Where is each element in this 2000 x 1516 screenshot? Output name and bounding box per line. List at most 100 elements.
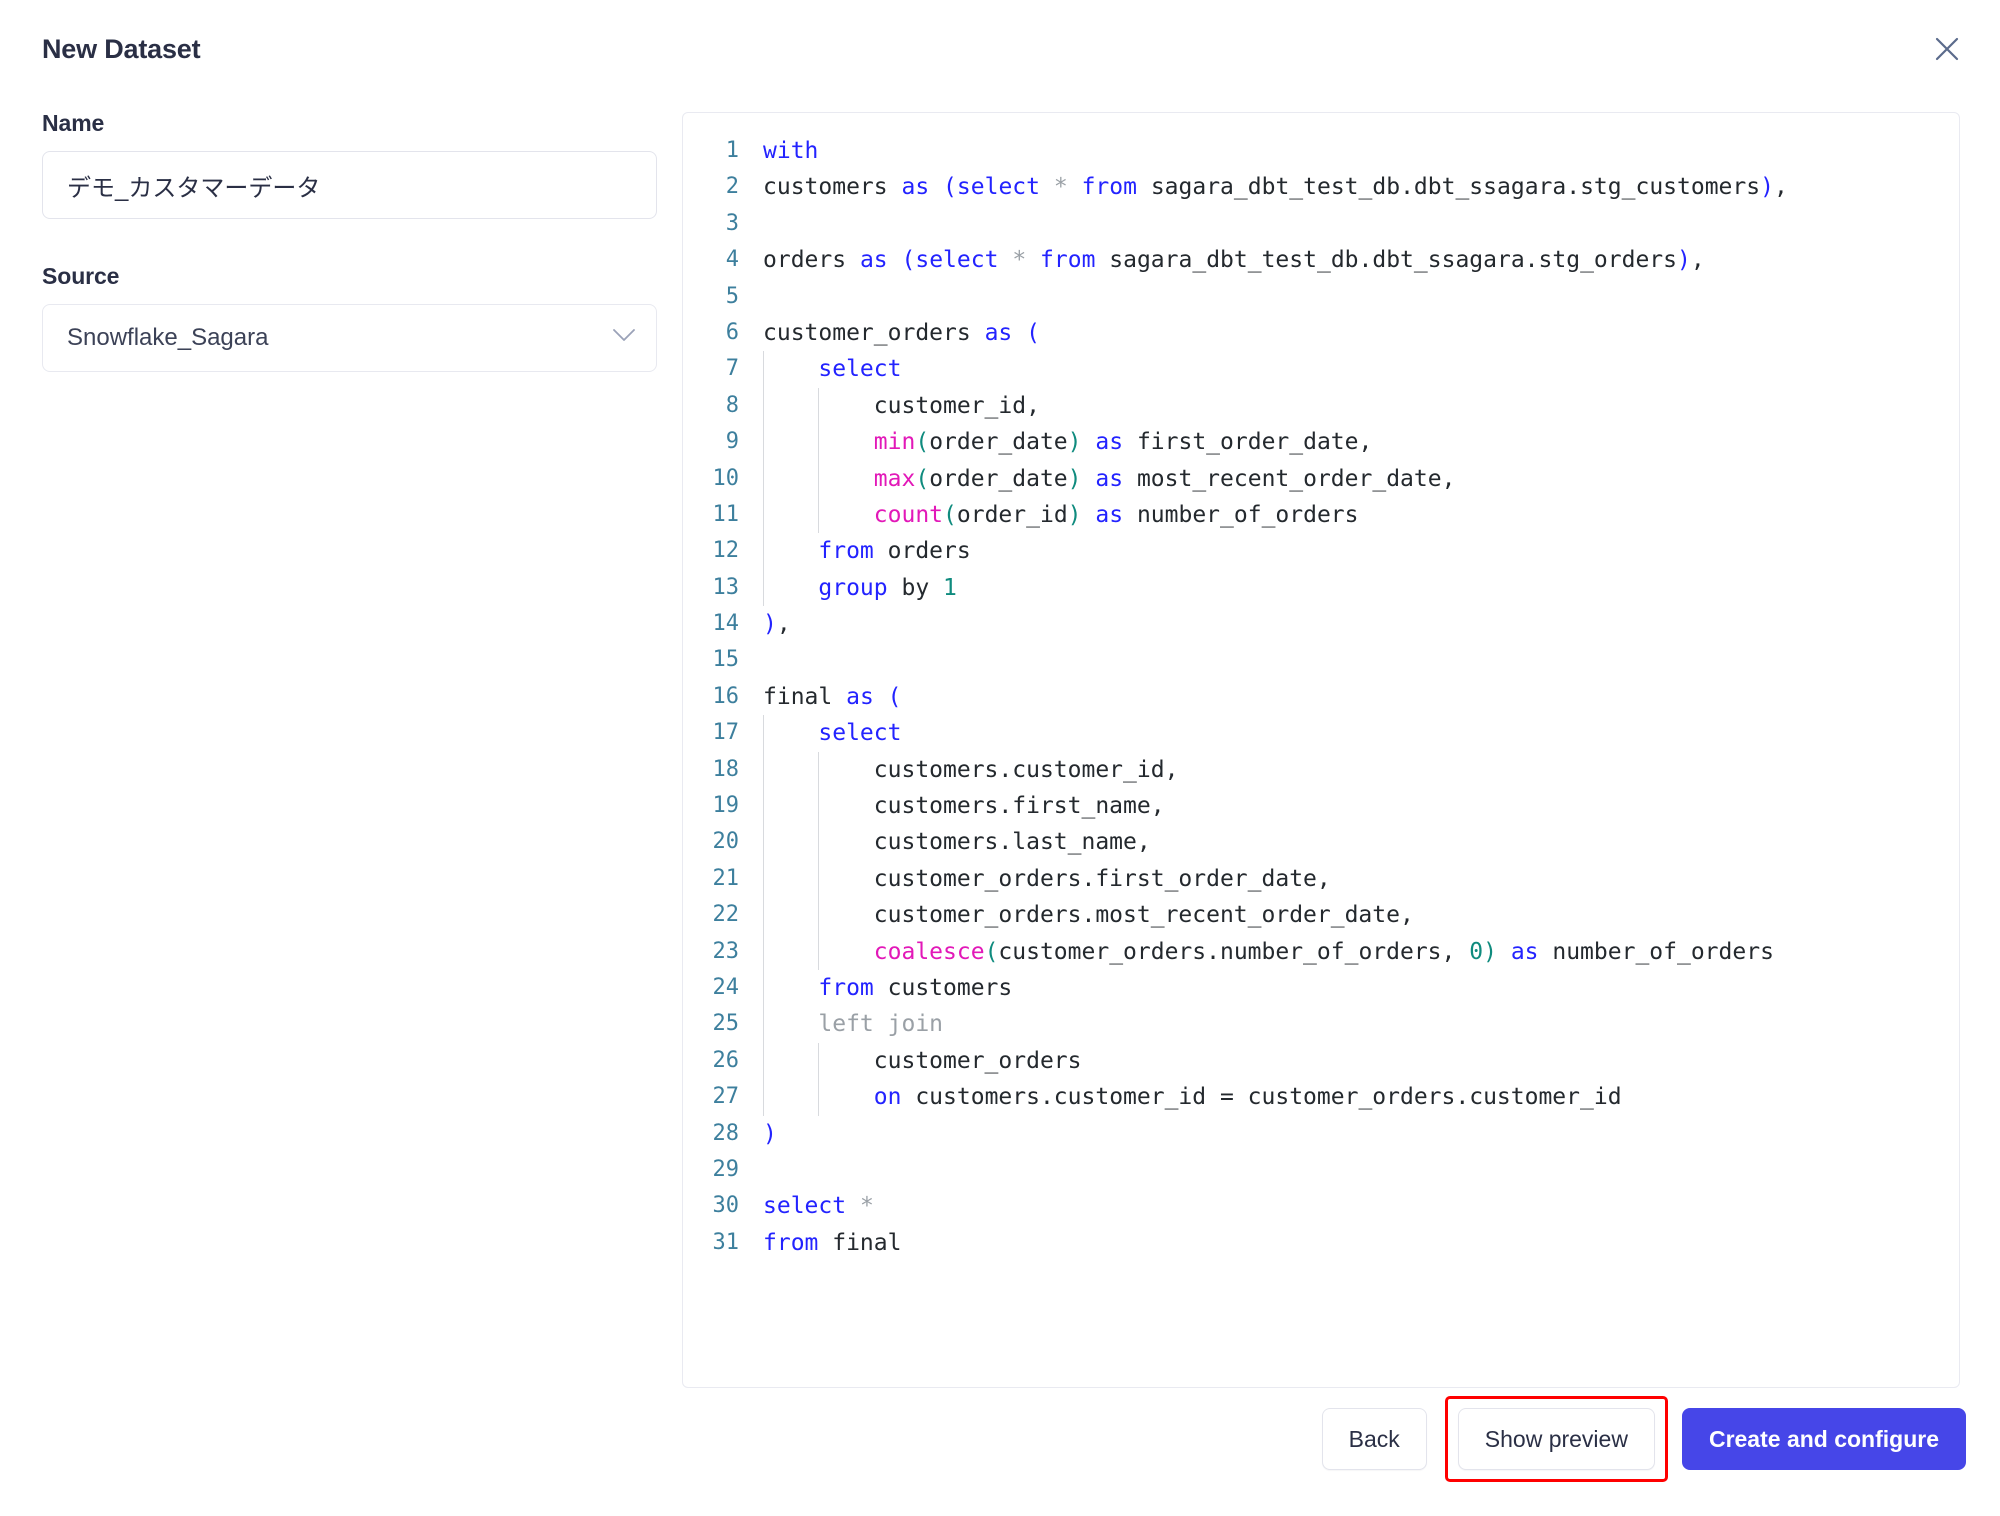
footer-actions: Back Show preview Create and configure: [1321, 1396, 1966, 1482]
line-number: 17: [712, 720, 740, 746]
line-number: 12: [712, 538, 740, 564]
code-line: 25 left join: [683, 1006, 1959, 1043]
line-number: 8: [725, 392, 739, 418]
line-number: 30: [712, 1193, 740, 1219]
code-text: group by 1: [761, 569, 1959, 607]
line-number: 9: [725, 429, 739, 455]
code-line: 11 count(order_id) as number_of_orders: [683, 496, 1959, 534]
code-line: 30 select *: [683, 1188, 1959, 1224]
code-text: customer_id,: [761, 387, 1959, 425]
line-number: 24: [712, 974, 740, 1000]
line-number: 1: [725, 138, 739, 163]
code-line: 20 customers.last_name,: [683, 824, 1959, 861]
code-line: 14),: [683, 606, 1959, 642]
name-field-group: Name: [42, 110, 657, 219]
show-preview-highlight: Show preview: [1444, 1396, 1668, 1482]
line-number: 19: [712, 793, 740, 819]
code-text: orders as (select * from sagara_dbt_test…: [763, 247, 1705, 274]
create-and-configure-button[interactable]: Create and configure: [1681, 1408, 1966, 1470]
code-line: 5: [683, 279, 1959, 315]
code-text: from final: [763, 1229, 902, 1256]
line-number: 15: [712, 647, 740, 673]
line-number: 4: [725, 247, 739, 273]
code-line: 24 from customers: [683, 969, 1959, 1007]
code-text: select: [761, 351, 1959, 388]
new-dataset-modal: New Dataset Name Source Snowflake_Sagara: [0, 0, 2000, 1516]
code-line: 22 customer_orders.most_recent_order_dat…: [683, 897, 1959, 934]
code-text: customers as (select * from sagara_dbt_t…: [763, 174, 1788, 201]
back-button[interactable]: Back: [1321, 1408, 1427, 1470]
code-text: max(order_date) as most_recent_order_dat…: [761, 460, 1959, 497]
code-text: customers.last_name,: [761, 824, 1959, 861]
line-number: 11: [712, 501, 740, 527]
code-text: from orders: [761, 533, 1959, 570]
code-text: customer_orders as (: [763, 319, 1040, 346]
code-line: 7 select: [683, 351, 1959, 388]
line-number: 25: [712, 1011, 740, 1037]
code-text: ): [763, 1120, 777, 1147]
code-line: 17 select: [683, 715, 1959, 752]
code-text: select *: [763, 1193, 874, 1220]
code-line: 2 customers as (select * from sagara_dbt_…: [683, 169, 1959, 205]
line-number: 26: [712, 1047, 740, 1073]
name-label: Name: [42, 110, 105, 136]
code-line: 3: [683, 206, 1959, 242]
line-number: 2: [725, 174, 739, 200]
code-text: min(order_date) as first_order_date,: [761, 424, 1959, 461]
code-text: final as (: [763, 683, 902, 710]
show-preview-button[interactable]: Show preview: [1457, 1408, 1655, 1470]
line-number: 18: [712, 756, 740, 782]
code-line: 18 customers.customer_id,: [683, 751, 1959, 789]
code-line: 15: [683, 642, 1959, 678]
code-line: 31 from final: [683, 1225, 1959, 1261]
code-line: 26 customer_orders: [683, 1042, 1959, 1080]
source-field-group: Source Snowflake_Sagara: [42, 263, 657, 372]
line-number: 28: [712, 1120, 740, 1146]
code-text: on customers.customer_id = customer_orde…: [761, 1079, 1959, 1116]
line-number: 20: [712, 829, 740, 855]
line-number: 6: [725, 319, 739, 345]
dataset-name-input[interactable]: [42, 151, 657, 219]
code-line: 4 orders as (select * from sagara_dbt_tes…: [683, 242, 1959, 278]
code-line: 21 customer_orders.first_order_date,: [683, 860, 1959, 898]
code-text: with: [763, 138, 819, 164]
code-text: select: [761, 715, 1959, 752]
line-number: 3: [725, 210, 739, 236]
line-number: 27: [712, 1084, 740, 1110]
line-number: 23: [712, 938, 740, 964]
code-text: customers.customer_id,: [761, 751, 1959, 789]
form-panel: Name Source Snowflake_Sagara: [42, 110, 657, 416]
code-line: 29: [683, 1152, 1959, 1188]
sql-editor-content[interactable]: 1 with 2 customers as (select * from sagara…: [683, 113, 1959, 1261]
code-line: 27 on customers.customer_id = customer_o…: [683, 1079, 1959, 1116]
code-text: coalesce(customer_orders.number_of_order…: [761, 933, 1959, 970]
code-line: 9 min(order_date) as first_order_date,: [683, 424, 1959, 461]
code-text: customer_orders.most_recent_order_date,: [761, 897, 1959, 934]
code-line: 1 with: [683, 133, 1959, 169]
code-line: 19 customers.first_name,: [683, 788, 1959, 825]
code-line: 13 group by 1: [683, 569, 1959, 607]
line-number: 10: [712, 465, 740, 491]
code-text: from customers: [761, 969, 1959, 1007]
code-text: count(order_id) as number_of_orders: [761, 496, 1959, 534]
code-text: customers.first_name,: [761, 788, 1959, 825]
code-text: left join: [761, 1006, 1959, 1043]
close-icon[interactable]: [1924, 26, 1970, 72]
source-label: Source: [42, 263, 120, 289]
line-number: 13: [712, 574, 740, 600]
line-number: 31: [712, 1229, 740, 1255]
code-text: ),: [763, 611, 791, 638]
line-number: 21: [712, 865, 740, 891]
code-text: customer_orders.first_order_date,: [761, 860, 1959, 898]
source-select-value: Snowflake_Sagara: [67, 324, 269, 351]
line-number: 16: [712, 683, 740, 709]
code-line: 10 max(order_date) as most_recent_order_…: [683, 460, 1959, 497]
source-select[interactable]: Snowflake_Sagara: [42, 304, 657, 372]
code-line: 12 from orders: [683, 533, 1959, 570]
page-title: New Dataset: [42, 34, 201, 64]
line-number: 14: [712, 611, 740, 637]
code-line: 28): [683, 1116, 1959, 1152]
sql-editor[interactable]: 1 with 2 customers as (select * from sagara…: [682, 112, 1960, 1388]
line-number: 5: [725, 283, 739, 309]
code-line: 8 customer_id,: [683, 387, 1959, 425]
